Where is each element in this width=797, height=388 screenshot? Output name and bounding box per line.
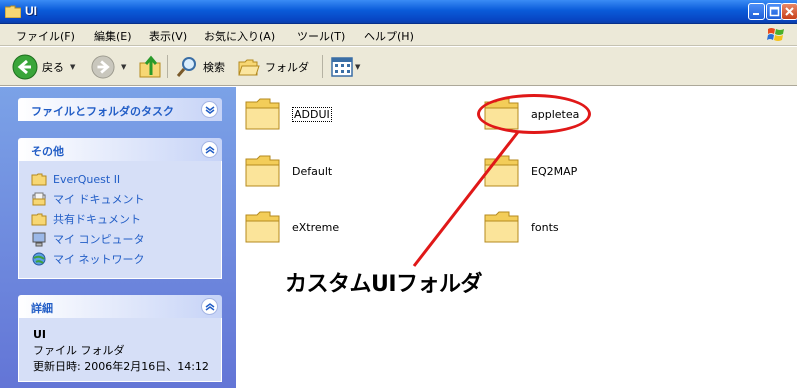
- annotation-circle: [477, 94, 591, 134]
- up-folder-icon: [139, 55, 161, 77]
- forward-dropdown-icon[interactable]: ▼: [121, 63, 126, 71]
- my-documents-icon: [32, 192, 46, 206]
- menu-bar: ファイル(F) 編集(E) 表示(V) お気に入り(A) ツール(T) ヘルプ(…: [0, 24, 797, 46]
- toolbar: 戻る ▼ ▼ 検索 フォルダ ▼: [0, 47, 797, 86]
- folder-icon: [245, 211, 280, 243]
- detail-type: ファイル フォルダ: [33, 344, 125, 357]
- forward-arrow-icon: [91, 54, 115, 79]
- back-button[interactable]: 戻る ▼: [12, 47, 75, 86]
- maximize-icon: [769, 6, 780, 17]
- windows-logo-icon: [767, 28, 784, 41]
- folder-item-addui[interactable]: ADDUI: [244, 95, 332, 133]
- annotation-label: カスタムUIフォルダ: [285, 272, 483, 297]
- folder-name: EQ2MAP: [531, 164, 578, 178]
- other-places-header[interactable]: その他: [18, 138, 222, 161]
- folders-icon: [238, 59, 260, 75]
- place-link-everquest[interactable]: EverQuest II: [31, 171, 120, 187]
- toolbar-separator: [322, 55, 323, 78]
- expand-chevron-icon[interactable]: [201, 101, 218, 118]
- views-dropdown-icon[interactable]: ▼: [355, 63, 360, 71]
- place-link-shared-documents[interactable]: 共有ドキュメント: [31, 211, 141, 227]
- menu-file[interactable]: ファイル(F): [16, 28, 75, 44]
- folder-icon: [245, 155, 280, 187]
- folder-name: Default: [292, 164, 333, 178]
- place-label: マイ ネットワーク: [53, 253, 145, 266]
- collapse-chevron-icon[interactable]: [201, 141, 218, 158]
- up-folder-button[interactable]: [138, 47, 162, 86]
- task-pane: ファイルとフォルダのタスク その他 EverQuest II マイ ドキュメント…: [0, 87, 236, 388]
- folders-button[interactable]: フォルダ: [237, 47, 309, 86]
- computer-icon: [32, 232, 46, 247]
- folder-icon: [484, 155, 519, 187]
- other-places-title: その他: [31, 145, 64, 158]
- close-icon: [785, 7, 794, 16]
- folder-icon: [484, 211, 519, 243]
- menu-edit[interactable]: 編集(E): [94, 28, 132, 44]
- folder-item-extreme[interactable]: eXtreme: [244, 208, 339, 246]
- place-label: EverQuest II: [53, 172, 121, 186]
- place-link-my-documents[interactable]: マイ ドキュメント: [31, 191, 145, 207]
- folder-name: ADDUI: [292, 106, 332, 122]
- folder-icon: [245, 98, 280, 130]
- menu-favorites[interactable]: お気に入り(A): [204, 28, 275, 44]
- folder-name: fonts: [531, 220, 559, 234]
- forward-button[interactable]: ▼: [91, 47, 126, 86]
- details-header[interactable]: 詳細: [18, 295, 222, 318]
- menu-help[interactable]: ヘルプ(H): [364, 28, 414, 44]
- close-button[interactable]: [781, 3, 797, 20]
- folder-icon: [31, 173, 47, 186]
- collapse-chevron-icon[interactable]: [201, 298, 218, 315]
- file-tasks-header[interactable]: ファイルとフォルダのタスク: [18, 98, 222, 121]
- folder-item-default[interactable]: Default: [244, 152, 332, 190]
- folder-item-eq2map[interactable]: EQ2MAP: [483, 152, 577, 190]
- place-label: マイ コンピュータ: [53, 233, 145, 246]
- detail-modified: 更新日時: 2006年2月16日、14:12: [33, 360, 209, 373]
- folder-icon: [5, 5, 21, 18]
- detail-name: UI: [33, 328, 47, 341]
- details-title: 詳細: [31, 302, 53, 315]
- folder-item-fonts[interactable]: fonts: [483, 208, 559, 246]
- toolbar-separator: [167, 55, 168, 78]
- place-label: マイ ドキュメント: [53, 193, 145, 206]
- views-icon: [331, 56, 353, 77]
- minimize-button[interactable]: [748, 3, 765, 20]
- back-arrow-icon: [12, 54, 38, 79]
- place-label: 共有ドキュメント: [53, 213, 141, 226]
- network-globe-icon: [32, 252, 46, 266]
- search-label: 検索: [203, 60, 225, 74]
- file-tasks-title: ファイルとフォルダのタスク: [31, 105, 174, 118]
- search-button[interactable]: 検索: [175, 47, 225, 86]
- place-link-my-computer[interactable]: マイ コンピュータ: [31, 231, 145, 247]
- details-body: UI ファイル フォルダ 更新日時: 2006年2月16日、14:12: [18, 318, 222, 382]
- shared-folder-icon: [31, 213, 47, 226]
- menu-view[interactable]: 表示(V): [149, 28, 187, 44]
- folder-name: eXtreme: [292, 220, 340, 234]
- back-label: 戻る: [42, 60, 64, 74]
- window-title: UI: [25, 4, 37, 18]
- other-places-body: EverQuest II マイ ドキュメント 共有ドキュメント マイ コンピュー…: [18, 161, 222, 279]
- menu-tools[interactable]: ツール(T): [297, 28, 345, 44]
- minimize-icon: [753, 13, 759, 15]
- title-bar[interactable]: UI: [0, 0, 797, 24]
- views-button[interactable]: ▼: [331, 47, 360, 86]
- folders-label: フォルダ: [265, 60, 309, 74]
- place-link-my-network[interactable]: マイ ネットワーク: [31, 251, 145, 267]
- back-dropdown-icon[interactable]: ▼: [70, 63, 75, 71]
- search-icon: [176, 56, 196, 77]
